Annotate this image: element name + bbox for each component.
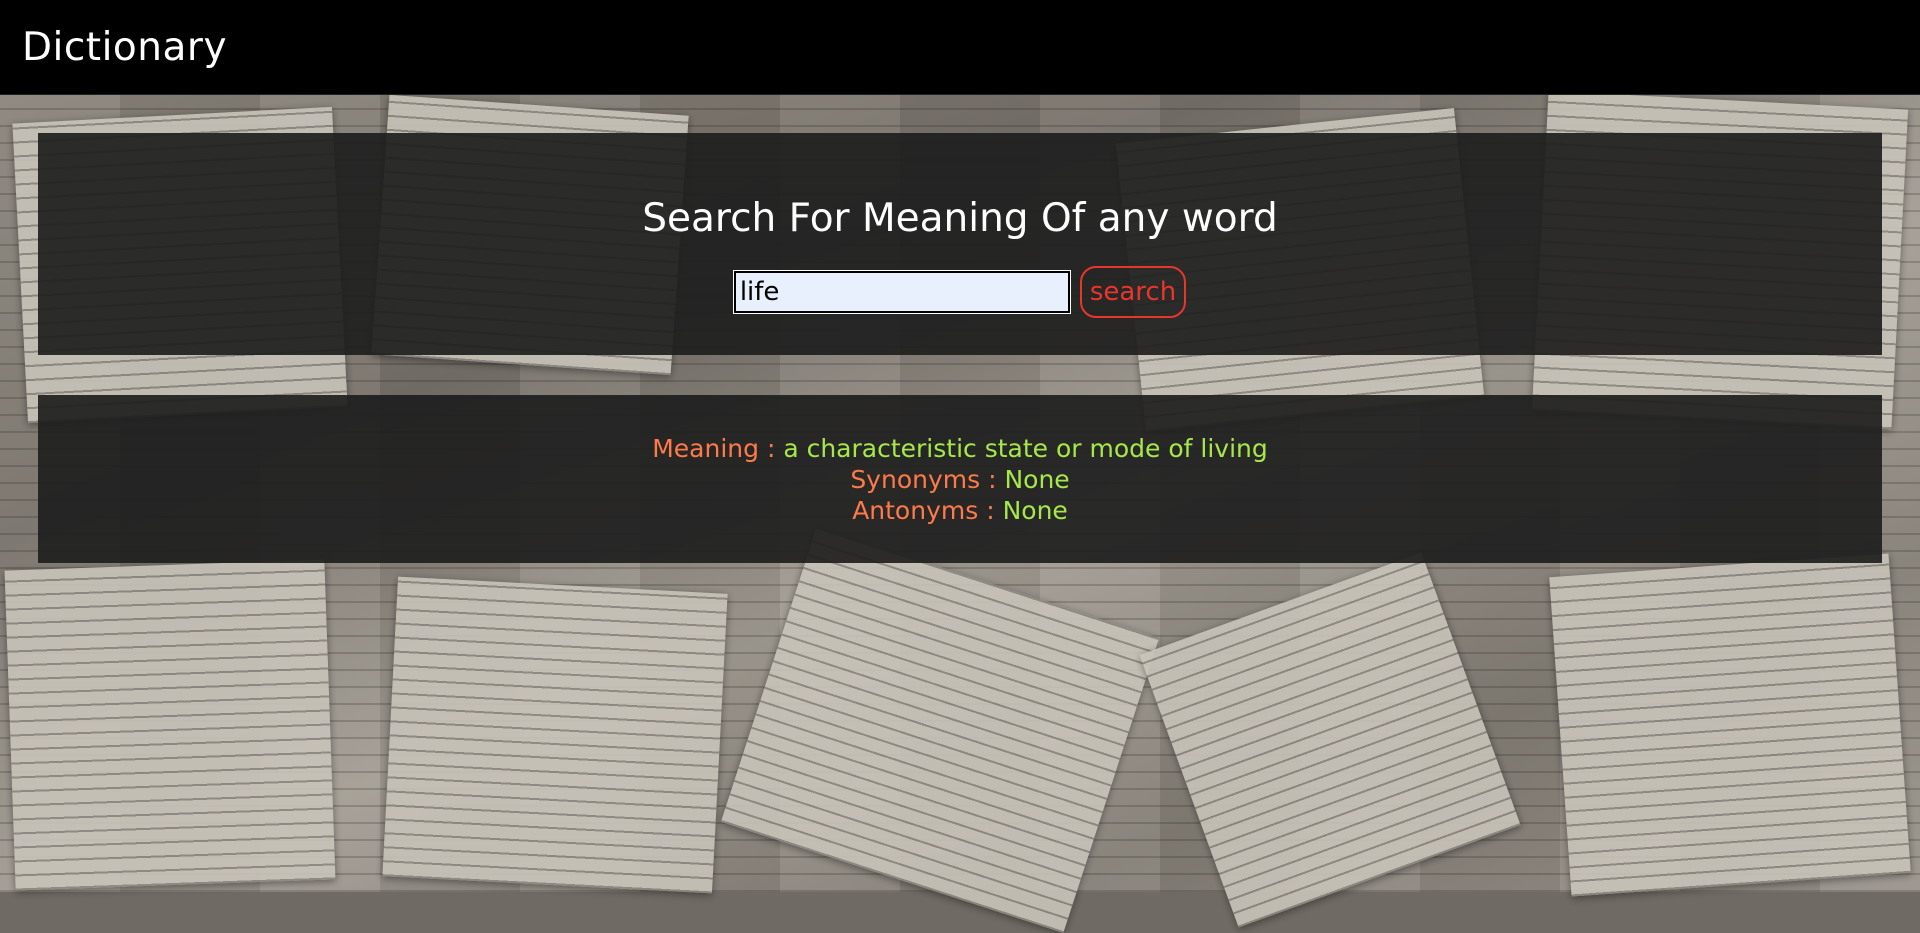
search-button[interactable]: search <box>1079 266 1187 318</box>
search-row: search <box>732 266 1187 318</box>
antonyms-label: Antonyms : <box>852 495 1003 525</box>
meaning-label: Meaning : <box>652 433 784 463</box>
app-title[interactable]: Dictionary <box>22 25 227 70</box>
synonyms-line: Synonyms : None <box>850 464 1069 495</box>
background-paper <box>1549 553 1911 897</box>
background-paper <box>720 526 1160 933</box>
meaning-line: Meaning : a characteristic state or mode… <box>652 433 1268 464</box>
antonyms-line: Antonyms : None <box>852 495 1068 526</box>
navbar: Dictionary <box>0 0 1920 95</box>
antonyms-value: None <box>1002 495 1068 525</box>
synonyms-value: None <box>1004 464 1070 494</box>
meaning-value: a characteristic state or mode of living <box>783 433 1268 463</box>
search-heading: Search For Meaning Of any word <box>642 196 1278 241</box>
background-paper <box>1139 552 1521 928</box>
search-input[interactable] <box>732 270 1071 314</box>
search-panel: Search For Meaning Of any word search <box>38 133 1882 355</box>
background-paper <box>4 559 336 891</box>
background-paper <box>382 576 728 894</box>
synonyms-label: Synonyms : <box>850 464 1005 494</box>
result-panel: Meaning : a characteristic state or mode… <box>38 395 1882 563</box>
